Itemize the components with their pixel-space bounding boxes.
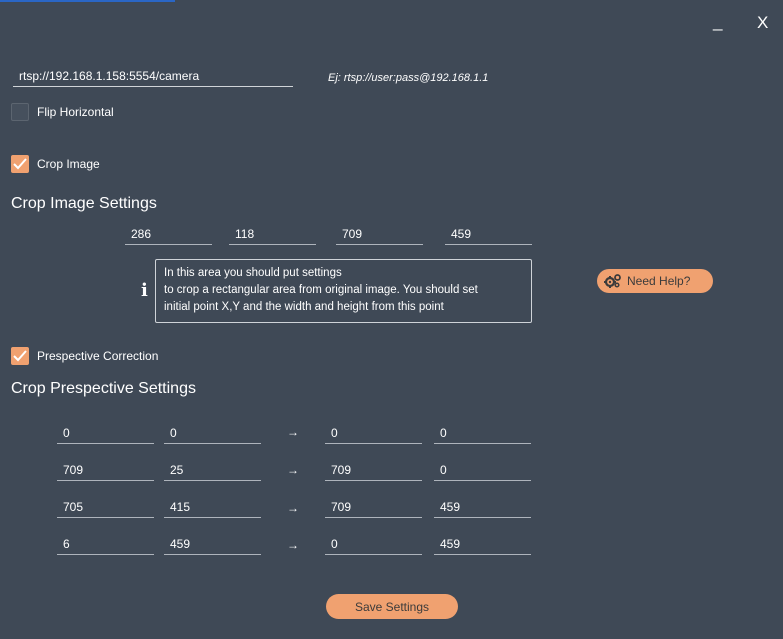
crop-image-label: Crop Image	[37, 157, 100, 171]
perspective-settings-title: Crop Prespective Settings	[11, 380, 196, 397]
perspective-dst-x-input[interactable]: 709	[325, 459, 422, 481]
gears-icon	[604, 274, 621, 288]
window-top-accent	[0, 0, 175, 2]
perspective-src-x-input[interactable]: 705	[57, 496, 154, 518]
arrow-right-icon: →	[287, 538, 299, 552]
info-icon: i	[141, 280, 148, 301]
crop-settings-title: Crop Image Settings	[11, 195, 157, 212]
arrow-right-icon: →	[287, 425, 299, 439]
crop-image-checkbox[interactable]: Crop Image	[11, 155, 100, 173]
info-line: In this area you should put settings	[164, 267, 342, 279]
perspective-src-y-input[interactable]: 459	[164, 533, 261, 555]
perspective-dst-x-input[interactable]: 0	[325, 533, 422, 555]
perspective-src-y-input[interactable]: 25	[164, 459, 261, 481]
crop-width-input[interactable]: 709	[336, 223, 423, 245]
flip-horizontal-label: Flip Horizontal	[37, 105, 114, 119]
perspective-correction-checkbox[interactable]: Prespective Correction	[11, 347, 158, 365]
perspective-dst-x-input[interactable]: 0	[325, 422, 422, 444]
save-settings-button[interactable]: Save Settings	[326, 594, 458, 619]
stream-url-hint: Ej: rtsp://user:pass@192.168.1.1	[328, 72, 489, 84]
info-line: initial point X,Y and the width and heig…	[164, 301, 444, 313]
check-icon	[11, 347, 29, 365]
perspective-src-y-input[interactable]: 0	[164, 422, 261, 444]
crop-height-input[interactable]: 459	[445, 223, 532, 245]
perspective-src-x-input[interactable]: 709	[57, 459, 154, 481]
crop-info-box: In this area you should put settings to …	[155, 259, 532, 323]
close-button[interactable]: X	[757, 13, 768, 33]
need-help-button[interactable]: Need Help?	[597, 269, 713, 293]
perspective-src-x-input[interactable]: 6	[57, 533, 154, 555]
minimize-button[interactable]: _	[713, 12, 722, 32]
crop-x-input[interactable]: 286	[125, 223, 212, 245]
perspective-dst-y-input[interactable]: 459	[434, 496, 531, 518]
perspective-correction-label: Prespective Correction	[37, 349, 159, 363]
check-icon	[11, 155, 29, 173]
need-help-label: Need Help?	[627, 274, 691, 288]
stream-url-input[interactable]: rtsp://192.168.1.158:5554/camera	[13, 65, 293, 87]
perspective-dst-y-input[interactable]: 0	[434, 459, 531, 481]
perspective-dst-y-input[interactable]: 459	[434, 533, 531, 555]
arrow-right-icon: →	[287, 463, 299, 477]
perspective-dst-y-input[interactable]: 0	[434, 422, 531, 444]
perspective-dst-x-input[interactable]: 709	[325, 496, 422, 518]
perspective-src-x-input[interactable]: 0	[57, 422, 154, 444]
info-line: to crop a rectangular area from original…	[164, 284, 478, 296]
perspective-src-y-input[interactable]: 415	[164, 496, 261, 518]
flip-horizontal-checkbox[interactable]: Flip Horizontal	[11, 103, 114, 121]
arrow-right-icon: →	[287, 501, 299, 515]
crop-y-input[interactable]: 118	[229, 223, 316, 245]
checkbox-box	[11, 103, 29, 121]
